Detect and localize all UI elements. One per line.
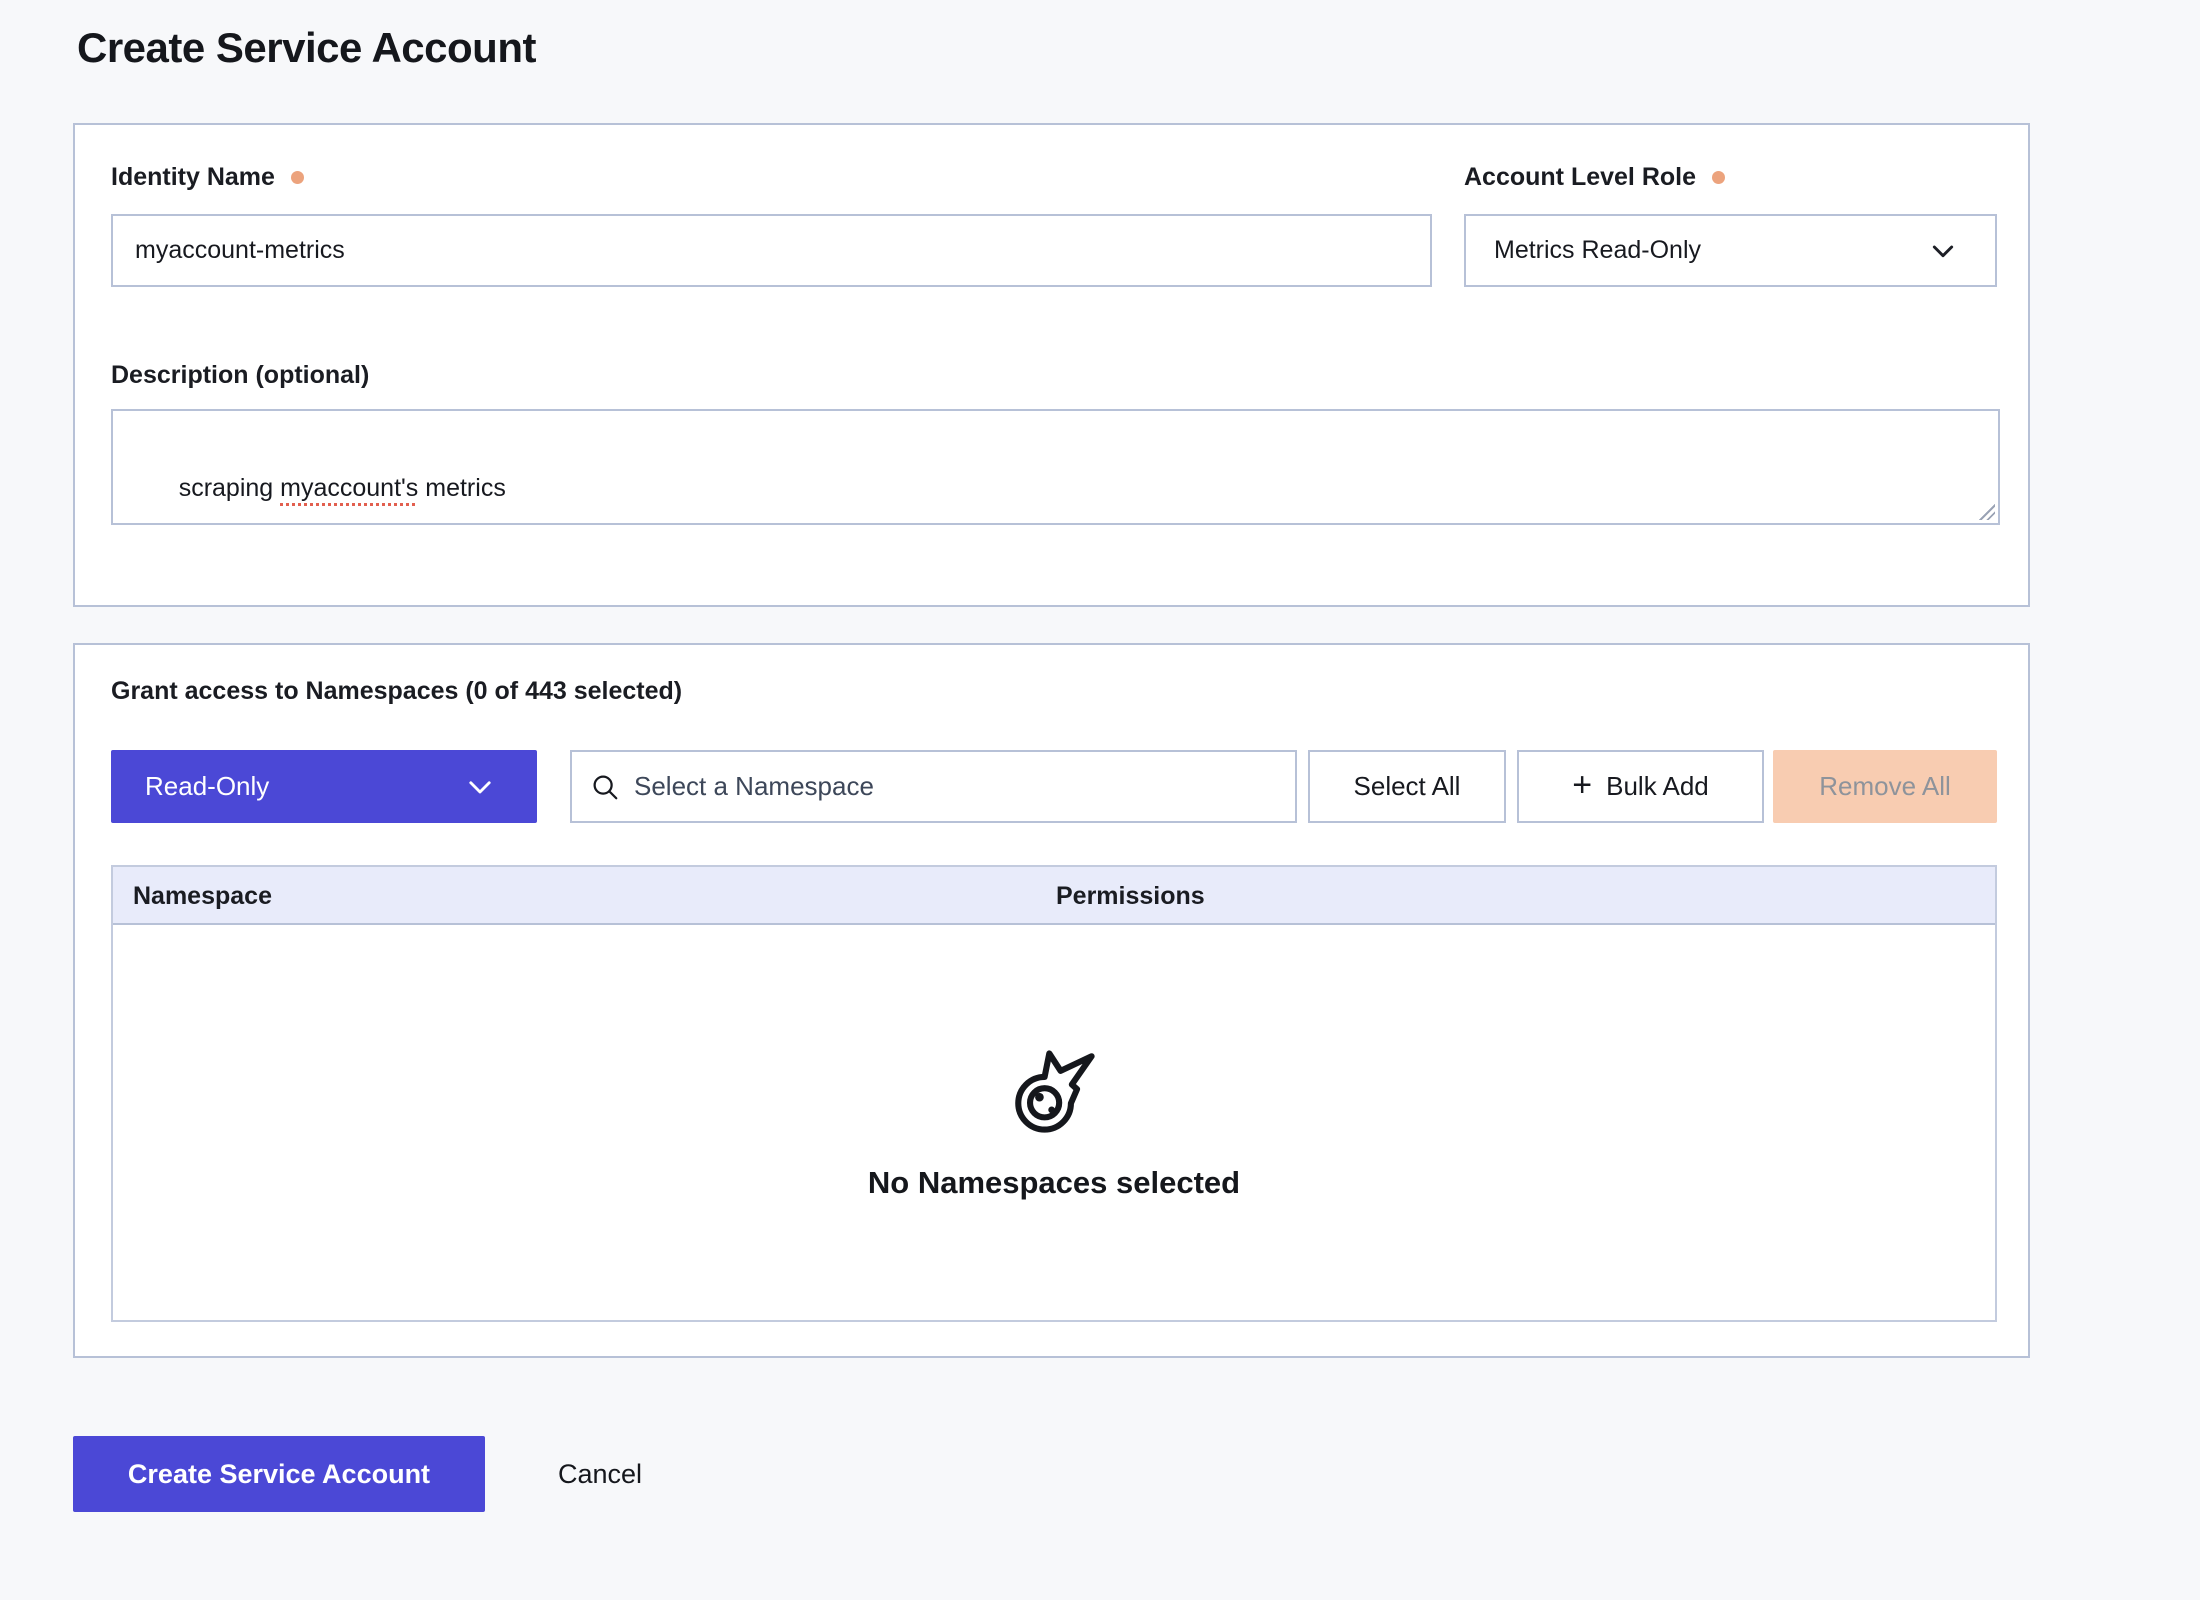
misspelled-word: myaccount's [280, 474, 418, 502]
description-textarea[interactable]: scraping myaccount's metrics [111, 409, 2000, 525]
empty-state-text: No Namespaces selected [868, 1165, 1240, 1201]
required-dot-icon [291, 171, 304, 184]
namespace-search-input[interactable] [634, 752, 1277, 821]
required-dot-icon [1712, 171, 1725, 184]
permission-dropdown[interactable]: Read-Only [111, 750, 537, 823]
namespace-search [570, 750, 1297, 823]
description-label: Description (optional) [111, 361, 369, 390]
identity-card: Identity Name Account Level Role Metrics… [73, 123, 2030, 607]
resize-handle-icon[interactable] [1979, 504, 1995, 520]
permission-dropdown-value: Read-Only [145, 771, 269, 802]
create-service-account-button[interactable]: Create Service Account [73, 1436, 485, 1512]
chevron-down-icon [463, 770, 497, 804]
grant-access-heading: Grant access to Namespaces (0 of 443 sel… [111, 677, 682, 706]
comet-icon [1007, 1045, 1101, 1139]
account-level-role-select[interactable]: Metrics Read-Only [1464, 214, 1997, 287]
chevron-down-icon [1927, 235, 1959, 267]
search-icon [590, 772, 620, 802]
namespaces-table-header: Namespace Permissions [113, 867, 1995, 925]
remove-all-button[interactable]: Remove All [1773, 750, 1997, 823]
identity-name-input[interactable] [111, 214, 1432, 287]
create-service-account-page: Create Service Account Identity Name Acc… [0, 0, 2200, 1600]
account-level-role-label: Account Level Role [1464, 163, 1725, 192]
identity-name-label: Identity Name [111, 163, 304, 192]
cancel-button[interactable]: Cancel [548, 1436, 652, 1512]
bulk-add-button[interactable]: + Bulk Add [1517, 750, 1764, 823]
namespaces-table-body: No Namespaces selected [113, 925, 1995, 1320]
page-title: Create Service Account [77, 24, 536, 72]
namespaces-card: Grant access to Namespaces (0 of 443 sel… [73, 643, 2030, 1358]
plus-icon: + [1572, 768, 1592, 802]
description-text: scraping [179, 474, 280, 502]
select-all-button[interactable]: Select All [1308, 750, 1506, 823]
column-header-namespace: Namespace [133, 867, 272, 925]
account-level-role-value: Metrics Read-Only [1494, 236, 1701, 265]
description-text: metrics [418, 474, 506, 502]
namespaces-table: Namespace Permissions No Namespaces sele… [111, 865, 1997, 1322]
column-header-permissions: Permissions [1056, 867, 1205, 925]
